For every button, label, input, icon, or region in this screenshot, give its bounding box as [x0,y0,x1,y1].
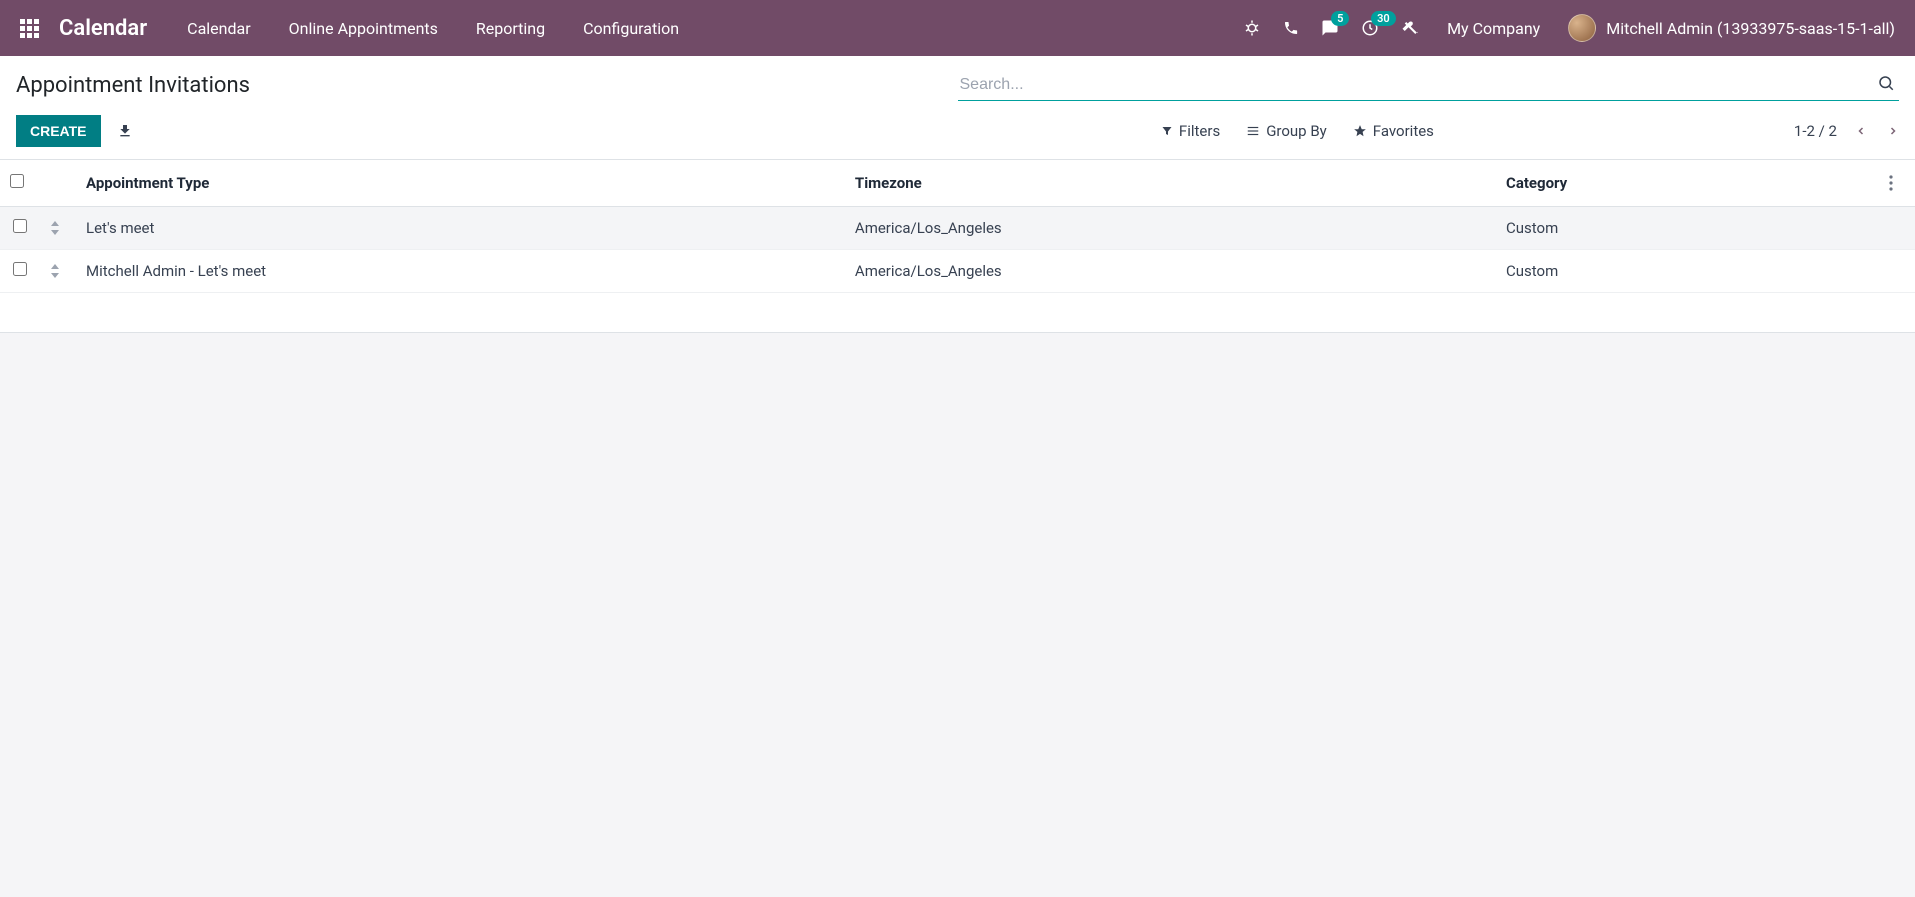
bug-icon[interactable] [1243,19,1261,37]
drag-handle-icon[interactable] [40,250,76,293]
col-appointment-type[interactable]: Appointment Type [76,160,845,207]
menu-calendar[interactable]: Calendar [187,19,250,38]
apps-menu-icon[interactable] [20,19,39,38]
control-panel: Appointment Invitations CREATE Filters G… [0,56,1915,160]
cell-tz: America/Los_Angeles [845,250,1496,293]
cell-tz: America/Los_Angeles [845,207,1496,250]
main-menu: Calendar Online Appointments Reporting C… [187,19,679,38]
search-wrap [958,70,1900,101]
cell-cat: Custom [1496,250,1879,293]
search-input[interactable] [958,70,1900,101]
pager-next-icon[interactable] [1887,123,1899,139]
table-row[interactable]: Let's meet America/Los_Angeles Custom [0,207,1915,250]
pager-prev-icon[interactable] [1855,123,1867,139]
company-switcher[interactable]: My Company [1447,19,1540,38]
groupby-label: Group By [1266,122,1327,140]
avatar [1568,14,1596,42]
favorites-label: Favorites [1373,122,1434,140]
menu-online-appointments[interactable]: Online Appointments [289,19,438,38]
table-footer-space [0,293,1915,333]
col-category[interactable]: Category [1496,160,1879,207]
pager: 1-2 / 2 [1794,122,1899,140]
appointments-table: Appointment Type Timezone Category Let's… [0,160,1915,293]
groupby-button[interactable]: Group By [1246,122,1327,140]
user-menu[interactable]: Mitchell Admin (13933975-saas-15-1-all) [1568,14,1895,42]
user-name-label: Mitchell Admin (13933975-saas-15-1-all) [1606,19,1895,38]
row-checkbox[interactable] [13,262,27,276]
menu-reporting[interactable]: Reporting [476,19,545,38]
page-title: Appointment Invitations [16,73,958,98]
messages-badge: 5 [1331,11,1349,26]
optional-columns-icon[interactable] [1879,160,1915,207]
phone-icon[interactable] [1283,20,1299,36]
cell-type: Let's meet [76,207,845,250]
app-brand[interactable]: Calendar [59,16,147,41]
col-timezone[interactable]: Timezone [845,160,1496,207]
table-row[interactable]: Mitchell Admin - Let's meet America/Los_… [0,250,1915,293]
activities-icon[interactable]: 30 [1361,19,1379,37]
tools-icon[interactable] [1401,19,1419,37]
favorites-button[interactable]: Favorites [1353,122,1434,140]
search-icon[interactable] [1877,74,1895,92]
cell-cat: Custom [1496,207,1879,250]
systray: 5 30 My Company Mitchell Admin (13933975… [1243,14,1895,42]
activities-badge: 30 [1371,11,1396,26]
download-icon[interactable] [117,123,133,139]
row-checkbox[interactable] [13,219,27,233]
create-button[interactable]: CREATE [16,115,101,147]
select-all-checkbox[interactable] [10,174,24,188]
menu-configuration[interactable]: Configuration [583,19,679,38]
drag-handle-icon[interactable] [40,207,76,250]
pager-text: 1-2 / 2 [1794,122,1837,140]
messages-icon[interactable]: 5 [1321,19,1339,37]
top-navbar: Calendar Calendar Online Appointments Re… [0,0,1915,56]
cell-type: Mitchell Admin - Let's meet [76,250,845,293]
filter-controls: Filters Group By Favorites [1161,122,1434,140]
filters-label: Filters [1179,122,1220,140]
filters-button[interactable]: Filters [1161,122,1220,140]
